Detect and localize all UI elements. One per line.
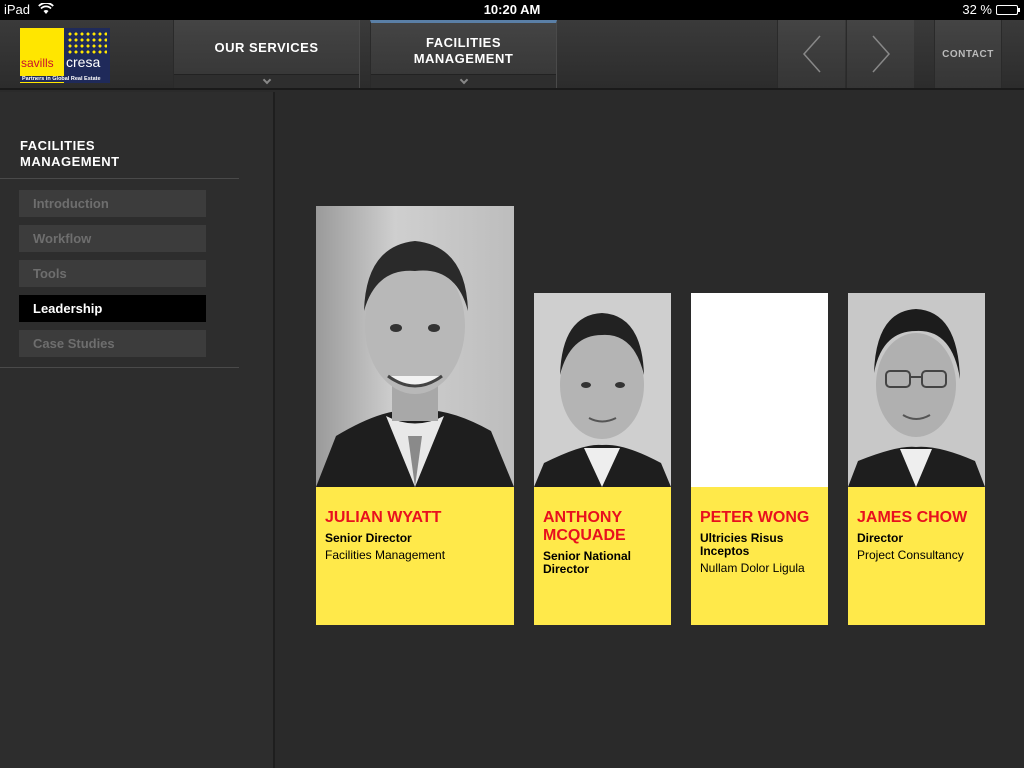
person-name: PETER WONG bbox=[700, 509, 810, 526]
sidebar: FACILITIES MANAGEMENT Introduction Workf… bbox=[0, 92, 275, 768]
person-card[interactable]: PETER WONG Ultricies Risus Inceptos Null… bbox=[691, 293, 828, 625]
person-department: Project Consultancy bbox=[857, 548, 964, 562]
person-card[interactable]: JAMES CHOW Director Project Consultancy bbox=[848, 293, 985, 625]
person-photo bbox=[848, 293, 985, 487]
person-photo bbox=[534, 293, 671, 487]
chevron-left-icon bbox=[802, 35, 821, 73]
chevron-down-icon bbox=[262, 75, 271, 85]
sidebar-item-introduction[interactable]: Introduction bbox=[19, 190, 206, 217]
tab-facilities-management-label: FACILITIES MANAGEMENT bbox=[413, 35, 514, 66]
battery-icon bbox=[996, 4, 1020, 15]
person-role: Senior National Director bbox=[543, 549, 632, 576]
chevron-down-icon bbox=[459, 75, 468, 85]
person-role: Senior Director bbox=[325, 531, 412, 545]
person-photo bbox=[316, 206, 514, 487]
tab-facilities-management[interactable]: FACILITIES MANAGEMENT bbox=[370, 20, 557, 88]
logo-word-savills: savills bbox=[21, 56, 54, 70]
person-info: JULIAN WYATT Senior Director Facilities … bbox=[325, 509, 508, 562]
sidebar-item-case-studies[interactable]: Case Studies bbox=[19, 330, 206, 357]
person-name: JULIAN WYATT bbox=[325, 509, 442, 526]
savills-cresa-logo[interactable]: savills cresa Partners in Global Real Es… bbox=[20, 28, 110, 83]
battery-status: 32 % bbox=[962, 2, 1020, 17]
status-bar: iPad 10:20 AM 32 % bbox=[0, 0, 1024, 20]
person-photo-placeholder bbox=[691, 293, 828, 487]
tab-our-services[interactable]: OUR SERVICES bbox=[173, 20, 360, 88]
person-role: Director bbox=[857, 531, 904, 545]
sidebar-item-leadership[interactable]: Leadership bbox=[19, 295, 206, 322]
person-info: PETER WONG Ultricies Risus Inceptos Null… bbox=[700, 509, 822, 575]
person-role: Ultricies Risus Inceptos bbox=[700, 531, 784, 558]
previous-button[interactable] bbox=[777, 20, 845, 88]
person-info: ANTHONY MCQUADE Senior National Director bbox=[543, 509, 665, 576]
chevron-right-icon bbox=[871, 35, 890, 73]
clock: 10:20 AM bbox=[483, 2, 541, 17]
tab-our-services-dropdown[interactable] bbox=[174, 74, 359, 88]
person-name: JAMES CHOW bbox=[857, 509, 968, 526]
battery-percent: 32 % bbox=[962, 2, 992, 17]
person-card[interactable]: JULIAN WYATT Senior Director Facilities … bbox=[316, 206, 514, 625]
person-name: ANTHONY MCQUADE bbox=[543, 509, 626, 544]
logo-dots bbox=[67, 31, 107, 55]
sidebar-item-workflow[interactable]: Workflow bbox=[19, 225, 206, 252]
top-navigation: savills cresa Partners in Global Real Es… bbox=[0, 20, 1024, 90]
person-card[interactable]: ANTHONY MCQUADE Senior National Director bbox=[534, 293, 671, 625]
person-department: Facilities Management bbox=[325, 548, 446, 562]
logo-word-cresa: cresa bbox=[66, 54, 101, 70]
logo-tagline: Partners in Global Real Estate bbox=[20, 76, 110, 82]
tab-our-services-label: OUR SERVICES bbox=[214, 40, 319, 55]
next-button[interactable] bbox=[846, 20, 914, 88]
person-info: JAMES CHOW Director Project Consultancy bbox=[857, 509, 979, 562]
sidebar-divider-bottom bbox=[0, 367, 239, 368]
sidebar-item-tools[interactable]: Tools bbox=[19, 260, 206, 287]
sidebar-title: FACILITIES MANAGEMENT bbox=[20, 138, 120, 169]
sidebar-divider-top bbox=[0, 178, 239, 179]
person-department: Nullam Dolor Ligula bbox=[700, 561, 805, 575]
tab-facilities-management-dropdown[interactable] bbox=[371, 74, 556, 88]
contact-button[interactable]: CONTACT bbox=[934, 20, 1002, 88]
